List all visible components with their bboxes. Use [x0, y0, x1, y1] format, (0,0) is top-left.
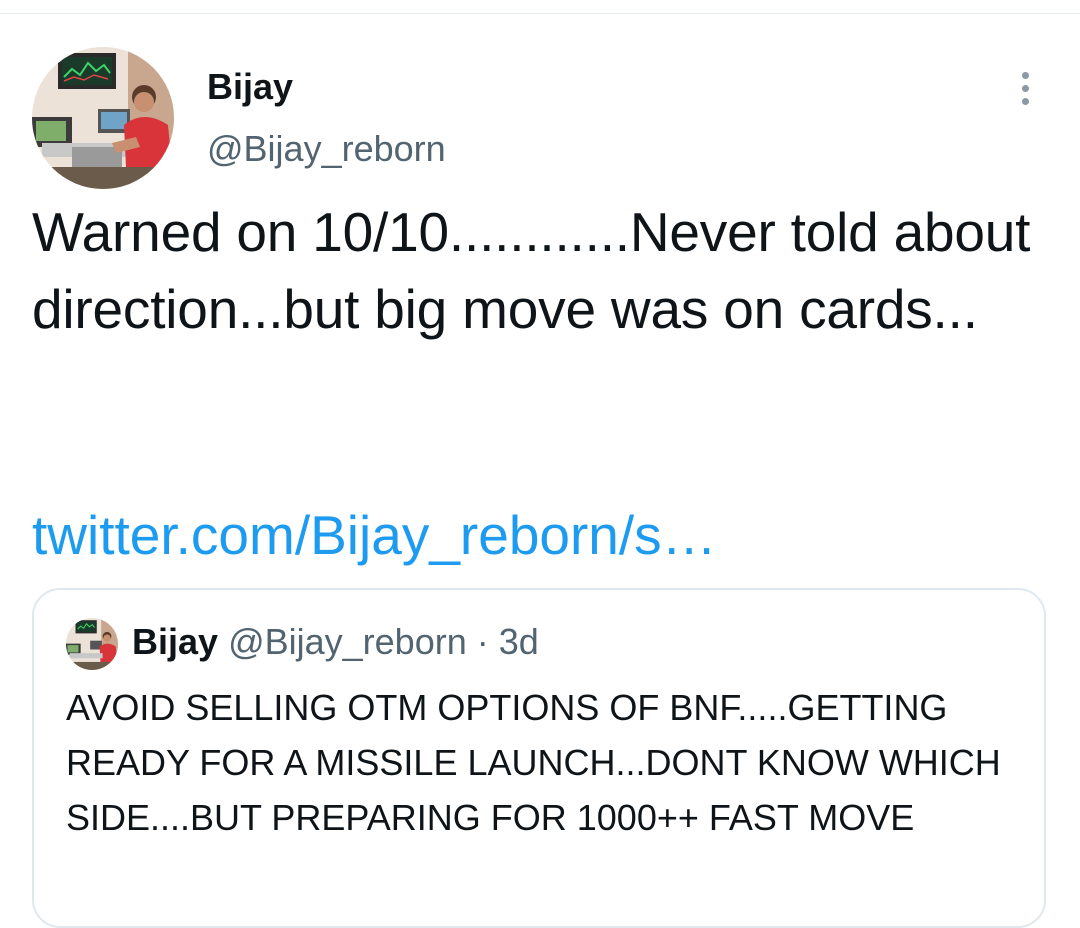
more-dot — [1021, 85, 1029, 92]
more-dot — [1021, 98, 1029, 105]
more-vertical-icon[interactable] — [1012, 68, 1038, 110]
quoted-author-handle[interactable]: @Bijay_reborn — [228, 621, 467, 662]
author-handle[interactable]: @Bijay_reborn — [207, 128, 446, 170]
tweet-text: Warned on 10/10............Never told ab… — [32, 201, 1031, 340]
quoted-tweet-text: AVOID SELLING OTM OPTIONS OF BNF.....GET… — [66, 687, 1001, 838]
author-display-name[interactable]: Bijay — [207, 66, 293, 108]
quoted-tweet-card[interactable]: Bijay @Bijay_reborn · 3d AVOID SELLING O… — [32, 588, 1046, 928]
more-dot — [1021, 72, 1029, 79]
quoted-avatar-photo — [66, 618, 118, 670]
top-divider — [0, 13, 1080, 14]
tweet-link[interactable]: twitter.com/Bijay_reborn/s… — [32, 500, 717, 570]
avatar[interactable] — [32, 47, 174, 189]
quoted-timestamp[interactable]: 3d — [499, 621, 539, 662]
quoted-separator: · — [476, 621, 489, 662]
avatar-photo — [32, 47, 174, 189]
quoted-tweet-avatar[interactable] — [66, 618, 118, 670]
quoted-author-name[interactable]: Bijay — [132, 621, 218, 662]
quoted-tweet-header: Bijay @Bijay_reborn · 3d — [132, 621, 539, 663]
